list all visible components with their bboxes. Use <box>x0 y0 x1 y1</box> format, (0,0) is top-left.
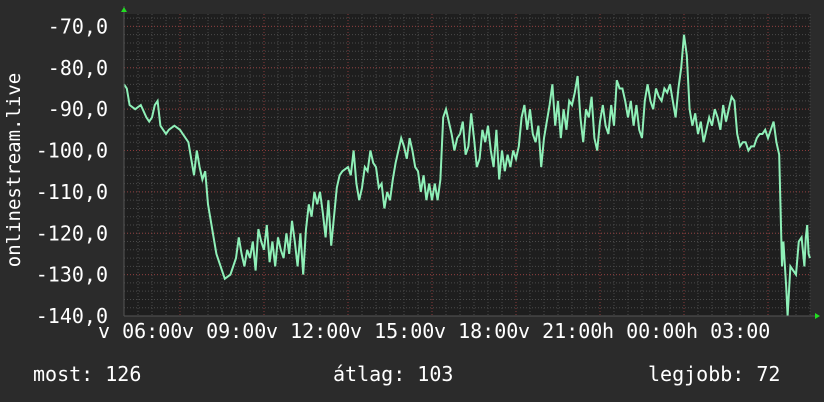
stat-current: most: 126 <box>33 362 142 386</box>
x-tick-label: v 15:00 <box>350 319 434 343</box>
x-axis-tick-labels: v 06:00 v 09:00 v 12:00 v 15:00 v 18:00 v 21:… <box>98 319 770 343</box>
y-axis-arrow-icon <box>121 7 127 12</box>
stat-average: átlag: 103 <box>333 362 454 386</box>
y-axis-label: onlinestream.live <box>3 73 25 267</box>
chart: -70,0-80,0-90,0-100,0-110,0-120,0-130,0-… <box>3 6 820 343</box>
y-tick-label: -130,0 <box>36 263 108 287</box>
y-tick-label: -70,0 <box>48 14 108 38</box>
y-tick-label: -120,0 <box>36 221 108 245</box>
x-tick-label: v 21:00 <box>518 319 602 343</box>
x-tick-label: v 12:00 <box>266 319 350 343</box>
x-tick-label: v 18:00 <box>434 319 518 343</box>
y-tick-label: -80,0 <box>48 56 108 80</box>
x-tick-label: h 00:00 <box>602 319 686 343</box>
y-axis-tick-labels: -70,0-80,0-90,0-100,0-110,0-120,0-130,0-… <box>36 14 108 328</box>
x-tick-label: v 06:00 <box>98 319 182 343</box>
y-tick-label: -110,0 <box>36 180 108 204</box>
stat-best: legjobb: 72 <box>648 362 781 386</box>
x-tick-label: v 09:00 <box>182 319 266 343</box>
y-tick-label: -90,0 <box>48 97 108 121</box>
x-tick-label: h 03:00 <box>686 319 770 343</box>
x-axis-arrow-icon <box>815 313 820 319</box>
y-tick-label: -100,0 <box>36 139 108 163</box>
